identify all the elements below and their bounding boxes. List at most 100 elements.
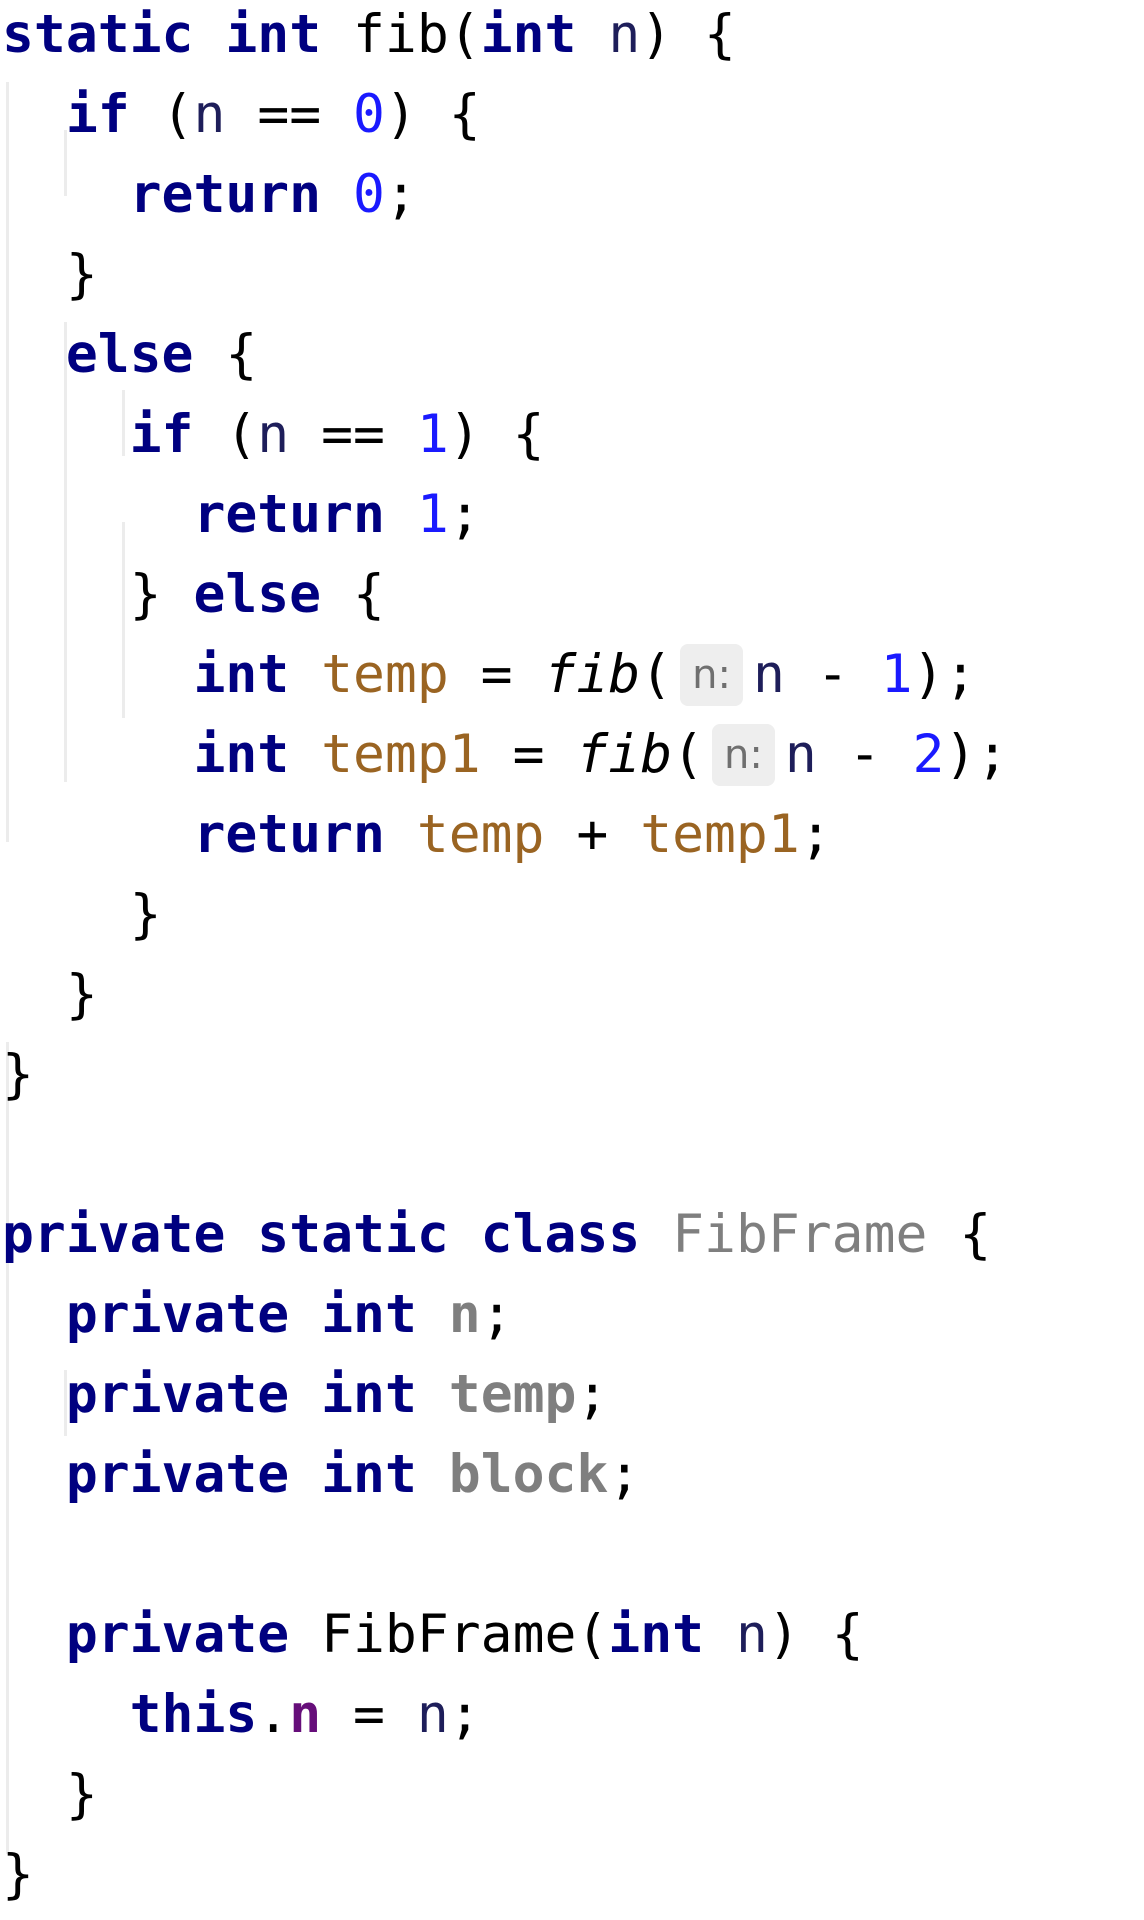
code-token: private	[65, 1364, 290, 1425]
code-token: 1	[880, 644, 913, 705]
code-token: int	[480, 4, 577, 65]
code-line[interactable]: return 1;	[2, 475, 481, 555]
code-token: (	[129, 84, 194, 145]
code-token: n	[448, 1284, 481, 1345]
code-token: n	[257, 404, 290, 465]
parameter-hint: n:	[712, 724, 775, 786]
code-token: n	[608, 4, 641, 65]
code-token: {	[321, 564, 385, 625]
code-line[interactable]: return temp + temp1;	[2, 795, 832, 875]
code-token: block	[448, 1444, 609, 1505]
code-line[interactable]: private int n;	[2, 1275, 513, 1355]
code-line[interactable]: } else {	[2, 555, 385, 635]
code-token: ) {	[767, 1604, 864, 1665]
code-token: int	[321, 1284, 417, 1345]
code-token: fib	[544, 644, 641, 705]
code-token: private	[65, 1604, 290, 1665]
code-line[interactable]: this.n = n;	[2, 1675, 481, 1755]
code-line[interactable]: static int fib(int n) {	[2, 0, 736, 75]
code-token: =	[448, 644, 545, 705]
code-token: n	[735, 1604, 768, 1665]
code-token: }	[2, 884, 162, 945]
code-token: }	[2, 1764, 98, 1825]
code-token: ;	[448, 1684, 481, 1745]
code-token: }	[2, 964, 98, 1025]
code-token: ) {	[640, 4, 736, 65]
code-line[interactable]: }	[2, 1035, 34, 1115]
code-line[interactable]: return 0;	[2, 155, 417, 235]
code-line[interactable]: }	[2, 955, 98, 1035]
parameter-hint: n:	[680, 644, 743, 706]
code-token: ;	[799, 804, 832, 865]
code-token: }	[2, 1844, 34, 1905]
code-token: int	[225, 4, 322, 65]
code-token: );	[944, 724, 1009, 785]
code-token: =	[480, 724, 577, 785]
code-token: ;	[480, 1284, 513, 1345]
code-editor[interactable]: static int fib(int n) { if (n == 0) { re…	[0, 0, 1144, 1920]
code-token: private	[2, 1204, 226, 1265]
code-token: ;	[448, 484, 481, 545]
code-token: if	[129, 404, 194, 465]
code-token: return	[193, 484, 385, 545]
code-line[interactable]: }	[2, 235, 98, 315]
code-token: int	[193, 644, 290, 705]
code-token: FibFrame(	[289, 1604, 609, 1665]
code-token: int	[608, 1604, 705, 1665]
code-token: -	[816, 724, 913, 785]
code-line[interactable]: if (n == 1) {	[2, 395, 545, 475]
code-line[interactable]: }	[2, 1835, 34, 1915]
code-token: 1	[416, 484, 449, 545]
code-token: n	[784, 724, 817, 785]
code-token: ;	[608, 1444, 641, 1505]
code-token: }	[2, 244, 98, 305]
code-token: 0	[353, 84, 385, 145]
code-line[interactable]: int temp1 = fib(n: n - 2);	[2, 715, 1008, 795]
code-token: (	[193, 404, 258, 465]
code-token: private	[65, 1284, 290, 1345]
code-token: 0	[353, 164, 385, 225]
code-token: static	[257, 1204, 449, 1265]
code-line[interactable]: }	[2, 1755, 98, 1835]
code-token: this	[129, 1684, 258, 1745]
code-line[interactable]: private int block;	[2, 1435, 640, 1515]
code-line[interactable]: private static class FibFrame {	[2, 1195, 991, 1275]
code-line[interactable]: else {	[2, 315, 257, 395]
code-token: temp	[321, 644, 449, 705]
code-line[interactable]: }	[2, 875, 162, 955]
code-token: temp	[448, 1364, 577, 1425]
code-token: (	[640, 644, 673, 705]
code-line[interactable]: int temp = fib(n: n - 1);	[2, 635, 976, 715]
code-line[interactable]: if (n == 0) {	[2, 75, 481, 155]
code-token: =	[321, 1684, 417, 1745]
code-token: n	[752, 644, 785, 705]
code-token: n	[289, 1684, 322, 1745]
code-token: {	[193, 324, 258, 385]
code-token: private	[65, 1444, 290, 1505]
code-token: 1	[416, 404, 449, 465]
code-token: {	[927, 1204, 992, 1265]
code-line[interactable]: private int temp;	[2, 1355, 609, 1435]
code-token: else	[193, 564, 322, 625]
code-line[interactable]: private FibFrame(int n) {	[2, 1595, 864, 1675]
